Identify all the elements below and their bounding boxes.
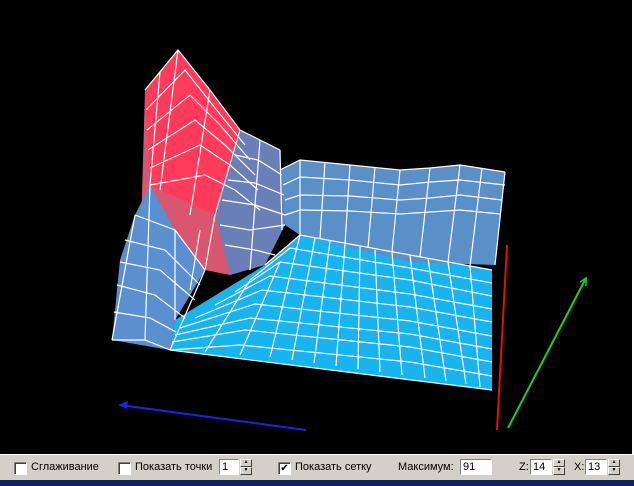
spin-down-icon[interactable]: ▼: [240, 467, 252, 475]
z-input[interactable]: 14: [530, 459, 552, 475]
x-stepper[interactable]: ▲ ▼: [608, 459, 620, 475]
show-grid-label: Показать сетку: [295, 461, 372, 473]
surface-plot: [111, 49, 587, 431]
x-label: X:: [574, 461, 585, 473]
smoothing-checkbox[interactable]: [14, 462, 27, 475]
points-size-stepper[interactable]: ▲ ▼: [240, 459, 252, 475]
points-size-input[interactable]: 1: [219, 459, 239, 475]
spin-down-icon[interactable]: ▼: [553, 467, 565, 475]
z-label: Z:: [519, 461, 529, 473]
axis-x: [119, 404, 307, 431]
taskbar-strip: [0, 480, 634, 486]
x-input[interactable]: 13: [585, 459, 607, 475]
spin-up-icon[interactable]: ▲: [608, 459, 620, 467]
axis-y: [496, 244, 508, 431]
maximum-input[interactable]: 91: [460, 459, 492, 475]
3d-surface-view[interactable]: [0, 0, 634, 454]
smoothing-label: Сглаживание: [31, 461, 99, 473]
axis-z: [507, 277, 587, 429]
spin-down-icon[interactable]: ▼: [608, 467, 620, 475]
show-grid-checkbox[interactable]: ✔: [278, 462, 291, 475]
check-icon: ✔: [280, 463, 289, 474]
spin-up-icon[interactable]: ▲: [240, 459, 252, 467]
show-points-checkbox[interactable]: [118, 462, 131, 475]
spin-up-icon[interactable]: ▲: [553, 459, 565, 467]
show-points-label: Показать точки: [135, 461, 213, 473]
options-toolbar: Сглаживание Показать точки 1 ▲ ▼ ✔ Показ…: [0, 454, 634, 481]
z-stepper[interactable]: ▲ ▼: [553, 459, 565, 475]
maximum-label: Максимум:: [398, 461, 454, 473]
